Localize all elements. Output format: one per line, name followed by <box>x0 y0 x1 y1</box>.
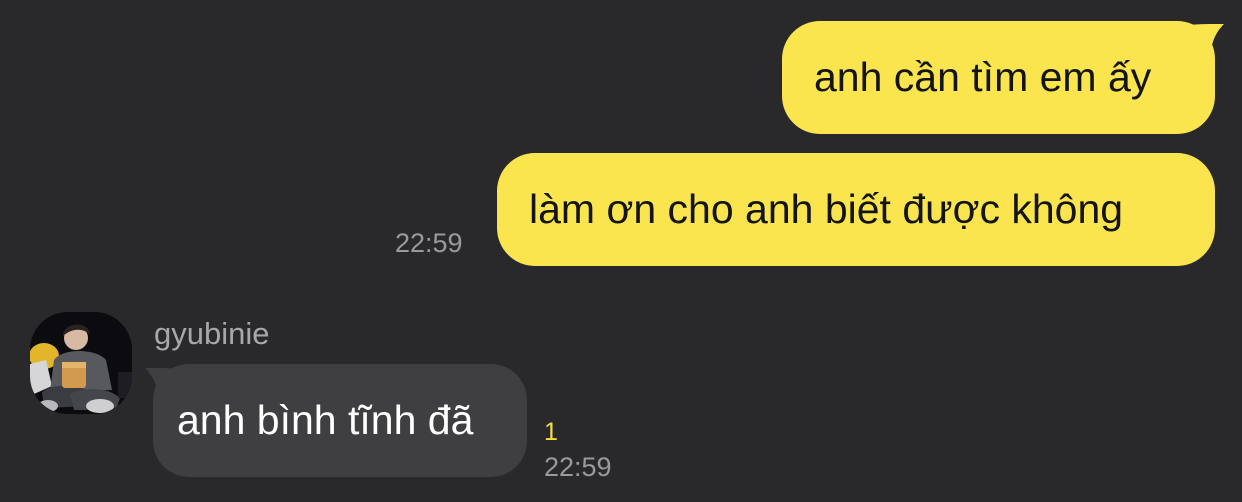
message-timestamp: 22:59 <box>395 228 463 258</box>
message-timestamp: 22:59 <box>544 452 612 482</box>
unread-count-badge: 1 <box>544 418 558 446</box>
profile-photo-avatar <box>30 312 132 414</box>
outgoing-message-bubble[interactable]: anh cần tìm em ấy <box>782 21 1215 134</box>
sender-name: gyubinie <box>154 316 270 351</box>
avatar[interactable] <box>30 312 132 414</box>
outgoing-message-bubble[interactable]: làm ơn cho anh biết được không <box>497 153 1215 266</box>
bubble-tail-icon <box>1180 24 1224 64</box>
message-text: làm ơn cho anh biết được không <box>529 186 1124 232</box>
message-text: anh bình tĩnh đã <box>177 397 474 443</box>
message-text: anh cần tìm em ấy <box>814 54 1152 100</box>
incoming-message-bubble[interactable]: anh bình tĩnh đã <box>153 364 527 477</box>
bubble-tail-icon <box>145 368 189 408</box>
